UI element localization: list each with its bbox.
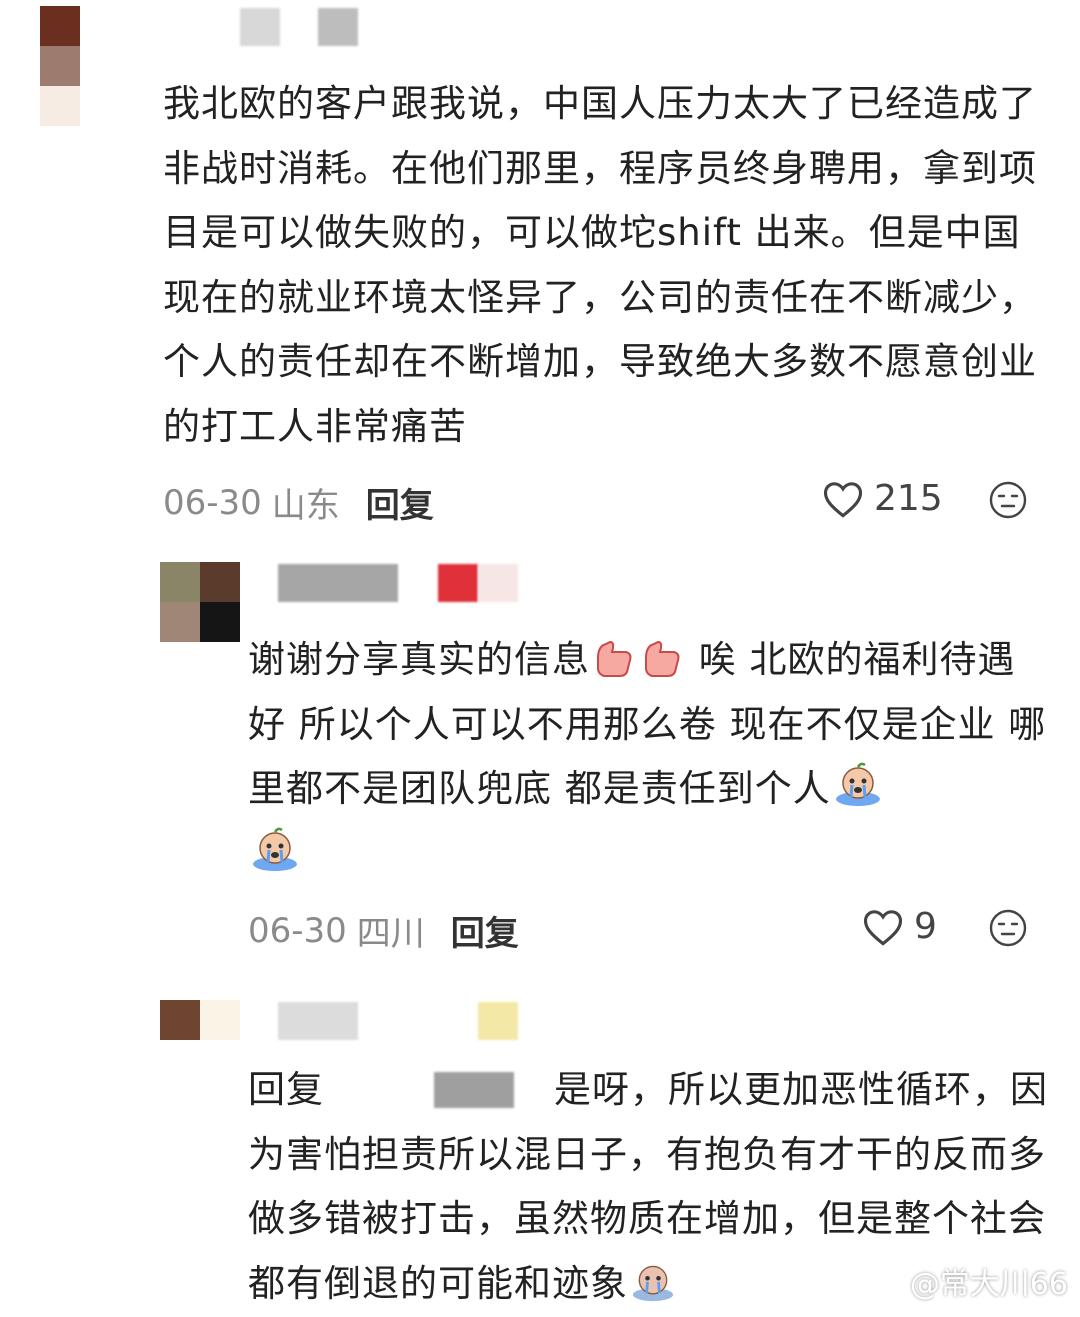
like-button[interactable]: 215 — [822, 478, 943, 519]
comment-1: 我北欧的客户跟我说，中国人压力太大了已经造成了非战时消耗。在他们那里，程序员终身… — [0, 0, 1080, 540]
username-blurred[interactable] — [278, 1002, 358, 1040]
like-button[interactable]: 9 — [862, 906, 937, 947]
comment-date: 06-30 — [163, 482, 262, 523]
user-badge-blurred — [438, 564, 478, 602]
weibo-logo-icon — [872, 1269, 905, 1295]
mentioned-user-blurred[interactable] — [434, 1072, 514, 1108]
comment-2: 谢谢分享真实的信息 唉 北欧的福利待遇好 所以个人可以不用那么卷 现在不仅是企业… — [0, 540, 1080, 980]
reply-button[interactable]: 回复 — [451, 906, 519, 955]
comment-location: 山东 — [271, 486, 340, 526]
watermark-text: @常大川66 — [909, 1267, 1068, 1302]
watermark: @常大川66 — [872, 1259, 1068, 1303]
crying-emoji-icon — [835, 762, 880, 806]
avatar[interactable] — [40, 6, 80, 126]
username-blurred[interactable] — [278, 564, 398, 602]
thumbs-up-emoji-icon — [645, 640, 680, 677]
emoji-reaction-icon[interactable] — [988, 480, 1028, 520]
avatar[interactable] — [160, 562, 240, 642]
emoji-reaction-icon[interactable] — [988, 908, 1028, 948]
comment-text-part1: 谢谢分享真实的信息 — [248, 638, 590, 681]
comment-meta: 06-30 四川 回复 — [248, 906, 519, 955]
heart-icon — [823, 481, 863, 518]
like-count: 215 — [874, 478, 943, 519]
reply-prefix: 回复 — [248, 1068, 324, 1111]
like-count: 9 — [914, 906, 937, 947]
comment-date: 06-30 — [248, 910, 347, 951]
comment-location: 四川 — [356, 914, 425, 954]
user-badge-blurred — [478, 564, 518, 602]
crying-emoji-icon — [632, 1265, 674, 1301]
comment-text: 我北欧的客户跟我说，中国人压力太大了已经造成了非战时消耗。在他们那里，程序员终身… — [163, 82, 1037, 448]
crying-emoji-icon — [253, 827, 297, 871]
avatar[interactable] — [160, 1000, 240, 1040]
heart-icon — [863, 909, 903, 946]
thumbs-up-emoji-icon — [597, 640, 632, 677]
reply-button[interactable]: 回复 — [366, 478, 434, 527]
comment-text: 谢谢分享真实的信息 唉 北欧的福利待遇好 所以个人可以不用那么卷 现在不仅是企业… — [248, 628, 1053, 886]
user-badge-blurred — [478, 1002, 518, 1040]
username-blurred[interactable] — [240, 8, 280, 46]
comment-meta: 06-30 山东 回复 — [163, 478, 434, 527]
username-blurred[interactable] — [318, 8, 358, 46]
